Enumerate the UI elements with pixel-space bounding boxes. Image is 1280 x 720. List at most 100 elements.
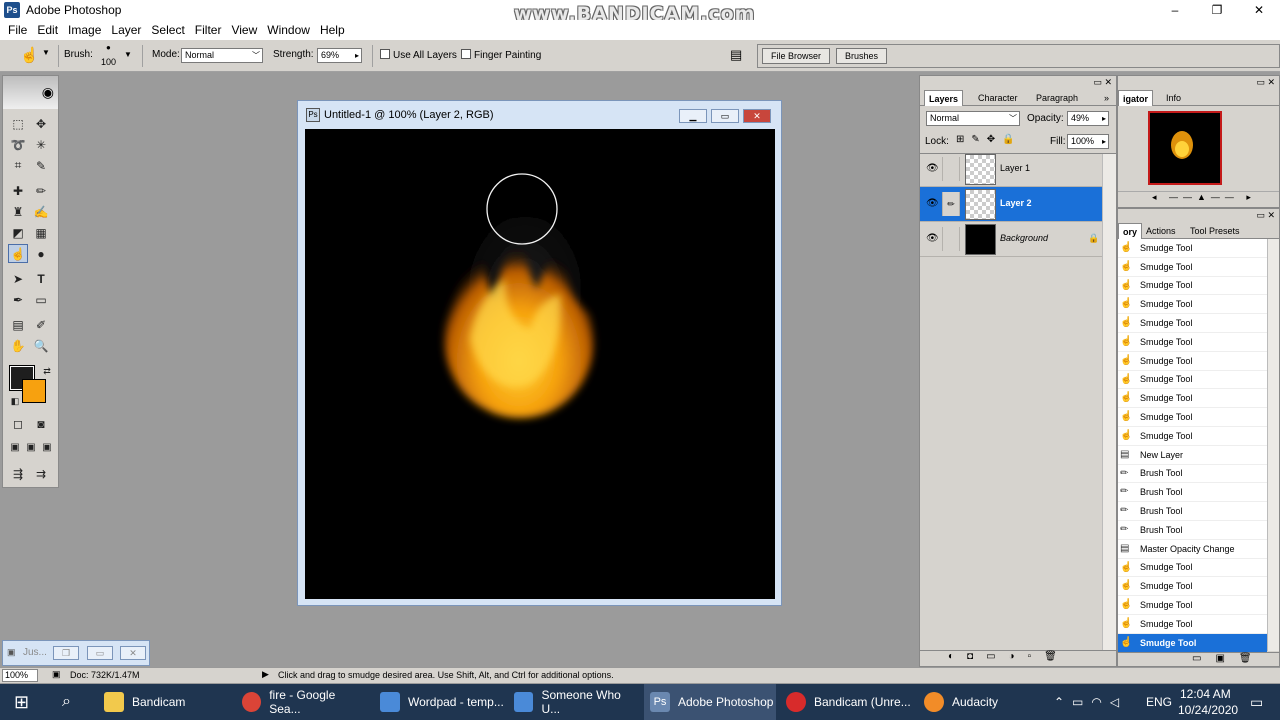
fill-field[interactable]: 100% ▸ [1067, 134, 1109, 149]
quick-mask-mode-icon[interactable]: ◙ [31, 414, 51, 433]
history-item-current[interactable]: ☝ Smudge Tool [1118, 633, 1267, 653]
toggle-palette-icon[interactable]: ▤ [730, 47, 742, 63]
document-minimize-button[interactable]: ▁ [679, 109, 707, 123]
close-button[interactable]: ✕ [120, 646, 146, 660]
history-scrollbar[interactable] [1267, 239, 1279, 651]
zoom-slider[interactable]: ◂ ——▲—— ▸ [1118, 191, 1279, 205]
brush-tip-icon[interactable]: ● [106, 43, 111, 52]
history-item[interactable]: ✏ Brush Tool [1118, 465, 1267, 484]
menu-edit[interactable]: Edit [32, 23, 63, 37]
default-colors-icon[interactable]: ◧ [5, 392, 25, 411]
taskbar-item-photoshop[interactable]: Ps Adobe Photoshop [644, 684, 776, 720]
menu-view[interactable]: View [226, 23, 262, 37]
history-item[interactable]: ☝ Smudge Tool [1118, 559, 1267, 578]
panel-close-icon[interactable]: ▭ ✕ [1093, 77, 1112, 88]
link-box[interactable] [942, 227, 960, 251]
clock-date[interactable]: 10/24/2020 [1178, 702, 1238, 718]
tool-preset-dropdown-icon[interactable]: ▼ [42, 48, 50, 57]
tab-info[interactable]: Info [1162, 90, 1185, 106]
pen-tool-icon[interactable]: ✒ [8, 290, 28, 309]
mode-select[interactable]: Normal ﹀ [181, 48, 263, 63]
magic-wand-tool-icon[interactable]: ✳ [31, 135, 51, 154]
zoom-tool-icon[interactable]: 🔍 [31, 336, 51, 355]
menu-help[interactable]: Help [315, 23, 350, 37]
tab-paragraph[interactable]: Paragraph [1032, 90, 1082, 106]
hand-tool-icon[interactable]: ✋ [8, 336, 28, 355]
menu-window[interactable]: Window [262, 23, 315, 37]
minimize-button[interactable]: – [1154, 0, 1196, 20]
close-button[interactable]: ✕ [1238, 0, 1280, 20]
tab-navigator[interactable]: igator [1118, 90, 1154, 106]
history-item[interactable]: ☝ Smudge Tool [1118, 239, 1267, 258]
menu-file[interactable]: File [3, 23, 32, 37]
brush-icon[interactable]: ✏ [942, 192, 960, 216]
menu-image[interactable]: Image [63, 23, 106, 37]
history-item[interactable]: ☝ Smudge Tool [1118, 389, 1267, 409]
notifications-icon[interactable]: ▭ [1250, 684, 1263, 720]
strength-field[interactable]: 69% ▸ [317, 48, 362, 63]
language-indicator[interactable]: ENG [1146, 684, 1172, 720]
move-tool-icon[interactable]: ✥ [31, 114, 51, 133]
panel-close-icon[interactable]: ▭ ✕ [1256, 77, 1275, 88]
smudge-tool-icon[interactable]: ☝ [8, 244, 28, 263]
opacity-field[interactable]: 49% ▸ [1067, 111, 1109, 126]
smudge-tool-preset-icon[interactable]: ☝ [20, 46, 39, 64]
brush-picker-arrow-icon[interactable]: ▼ [124, 50, 132, 59]
search-icon[interactable]: ⌕ [56, 684, 71, 720]
background-color-swatch[interactable] [22, 379, 46, 403]
panel-close-icon[interactable]: ▭ ✕ [1256, 210, 1275, 221]
file-browser-tab[interactable]: File Browser [762, 48, 831, 64]
layer-row-layer-1[interactable]: 👁 Layer 1 [920, 152, 1102, 187]
history-item[interactable]: ☝ Smudge Tool [1118, 371, 1267, 390]
status-menu-icon[interactable]: ▶ [262, 669, 269, 680]
minimized-document[interactable]: ▣ Jus... ❐ ▭ ✕ [2, 640, 150, 666]
healing-brush-tool-icon[interactable]: ✚ [8, 181, 28, 200]
layer-row-layer-2[interactable]: 👁 ✏ Layer 2 [920, 187, 1102, 222]
taskbar-item-wordpad-2[interactable]: Someone Who U... [508, 684, 640, 720]
brushes-tab[interactable]: Brushes [836, 48, 888, 64]
lock-icons[interactable]: ⊞✎✥🔒 [956, 134, 1022, 145]
tab-history[interactable]: ory [1118, 223, 1143, 239]
history-item[interactable]: ✏ Brush Tool [1118, 502, 1267, 521]
type-tool-icon[interactable]: T [31, 269, 51, 288]
slice-tool-icon[interactable]: ✎ [31, 156, 51, 175]
menu-filter[interactable]: Filter [190, 23, 227, 37]
dodge-tool-icon[interactable]: ● [31, 244, 51, 263]
menu-layer[interactable]: Layer [106, 23, 146, 37]
taskbar-item-bandicam[interactable]: Bandicam [98, 684, 228, 720]
lasso-tool-icon[interactable]: ➰ [8, 135, 28, 154]
restore-button[interactable]: ❐ [53, 646, 79, 660]
history-item[interactable]: ✏ Brush Tool [1118, 521, 1267, 540]
finger-painting-checkbox[interactable]: Finger Painting [461, 49, 541, 61]
document-close-button[interactable]: ✕ [743, 109, 771, 123]
blend-mode-select[interactable]: Normal ﹀ [926, 111, 1020, 126]
tab-actions[interactable]: Actions [1142, 223, 1180, 239]
tab-tool-presets[interactable]: Tool Presets [1186, 223, 1244, 239]
shape-tool-icon[interactable]: ▭ [31, 290, 51, 309]
history-item[interactable]: ☝ Smudge Tool [1118, 277, 1267, 296]
history-item[interactable]: ☝ Smudge Tool [1118, 427, 1267, 446]
panel-menu-icon[interactable]: » [1100, 90, 1113, 106]
layers-footer-icons[interactable]: ◐◘▭◑▫🗑 [920, 650, 1116, 666]
tab-character[interactable]: Character [974, 90, 1022, 106]
maximize-button[interactable]: ❐ [1196, 0, 1238, 20]
marquee-tool-icon[interactable]: ⬚ [8, 114, 28, 133]
history-item[interactable]: ☝ Smudge Tool [1118, 352, 1267, 371]
path-selection-tool-icon[interactable]: ➤ [8, 269, 28, 288]
history-item[interactable]: ☝ Smudge Tool [1118, 577, 1267, 597]
eraser-tool-icon[interactable]: ◩ [8, 223, 28, 242]
clone-stamp-tool-icon[interactable]: ♜ [8, 202, 28, 221]
navigator-thumbnail[interactable] [1148, 111, 1222, 185]
taskbar-item-bandicam-rec[interactable]: Bandicam (Unre... [780, 684, 914, 720]
history-item[interactable]: ☝ Smudge Tool [1118, 408, 1267, 427]
eye-icon[interactable]: 👁 [926, 233, 939, 244]
history-item[interactable]: ☝ Smudge Tool [1118, 314, 1267, 333]
taskbar-item-chrome[interactable]: fire - Google Sea... [236, 684, 366, 720]
layers-scrollbar[interactable] [1102, 154, 1116, 650]
history-item[interactable]: ☝ Smudge Tool [1118, 333, 1267, 352]
history-item[interactable]: ▤ Master Opacity Change [1118, 540, 1267, 559]
jump-to-imageready-icon[interactable]: ⇶ [8, 464, 28, 483]
standard-mode-icon[interactable]: ◻ [8, 414, 28, 433]
screen-mode-full-icon[interactable]: ▣ [37, 438, 57, 457]
document-maximize-button[interactable]: ▭ [711, 109, 739, 123]
